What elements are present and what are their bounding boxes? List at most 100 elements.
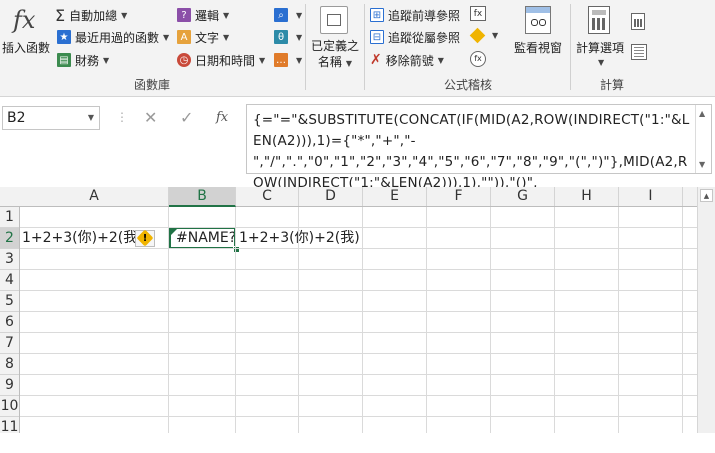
column-header-e[interactable]: E: [363, 187, 427, 206]
error-checking-button[interactable]: ▼: [469, 27, 500, 45]
text-icon: A: [177, 30, 191, 44]
row-headers: 1 2 3 4 5 6 7 8 9 10 11: [0, 207, 20, 438]
remove-arrows-button[interactable]: ✗ 移除箭號 ▼: [370, 50, 444, 70]
math-trig-button[interactable]: θ ▼: [274, 27, 302, 47]
cell-a2[interactable]: 1+2+3(你)+2(我): [22, 228, 143, 249]
scroll-up-icon[interactable]: ▲: [700, 189, 713, 202]
logical-button[interactable]: ? 邏輯 ▼: [177, 5, 229, 25]
group-divider: [570, 4, 571, 90]
row-header-1[interactable]: 1: [0, 207, 19, 228]
chevron-down-icon: ▼: [259, 55, 266, 65]
grid-line: [20, 374, 697, 375]
trace-dependents-button[interactable]: ⊟ 追蹤從屬參照: [370, 27, 460, 47]
grid-line: [20, 290, 697, 291]
row-header-6[interactable]: 6: [0, 312, 19, 333]
sheet-bottom-area: [0, 433, 715, 453]
vertical-scrollbar[interactable]: ▲: [697, 187, 715, 433]
row-header-9[interactable]: 9: [0, 375, 19, 396]
calculator-icon: [588, 6, 610, 34]
grid-line: [682, 207, 683, 433]
cell-c2[interactable]: 1+2+3(你)+2(我): [239, 228, 360, 249]
grid-line: [490, 207, 491, 433]
chevron-down-icon: ▼: [163, 32, 170, 42]
cell-grid[interactable]: 1+2+3(你)+2(我) ! #NAME? 1+2+3(你)+2(我): [20, 207, 697, 433]
evaluate-formula-icon[interactable]: fx: [470, 51, 486, 67]
grid-line: [20, 248, 697, 249]
text-label: 文字: [195, 30, 220, 45]
row-header-5[interactable]: 5: [0, 291, 19, 312]
scroll-up-icon[interactable]: ▲: [699, 109, 705, 118]
name-box[interactable]: B2 ▼: [2, 106, 100, 130]
chevron-down-icon: ▼: [492, 31, 499, 40]
chevron-down-icon: ▼: [223, 10, 230, 20]
calculate-now-icon[interactable]: [631, 13, 645, 30]
enter-icon[interactable]: ✓: [180, 108, 193, 127]
grid-line: [168, 207, 169, 433]
trace-precedents-label: 追蹤前導參照: [388, 8, 461, 23]
financial-button[interactable]: ▤ 財務 ▼: [57, 50, 109, 70]
cancel-icon[interactable]: ✕: [144, 108, 157, 127]
chevron-down-icon: ▼: [296, 55, 303, 65]
autosum-label: 自動加總: [69, 8, 118, 23]
more-functions-button[interactable]: … ▼: [274, 50, 302, 70]
defined-names-button[interactable]: 已定義之 名稱 ▼: [308, 4, 362, 70]
insert-function-fx-icon[interactable]: fx: [216, 110, 228, 125]
defined-names-label-1: 已定義之: [310, 39, 359, 53]
formula-bar-grip[interactable]: ⋮: [116, 110, 128, 124]
row-header-8[interactable]: 8: [0, 354, 19, 375]
chevron-down-icon: ▼: [345, 59, 353, 68]
chevron-down-icon: ▼: [598, 58, 605, 67]
tag-icon: [320, 6, 348, 34]
clock-icon: ◷: [177, 53, 191, 67]
grid-line: [20, 416, 697, 417]
recently-used-button[interactable]: ★ 最近用過的函數 ▼: [57, 27, 169, 47]
date-time-button[interactable]: ◷ 日期和時間 ▼: [177, 50, 265, 70]
watch-window-label: 監看視窗: [513, 41, 562, 55]
error-options-button[interactable]: !: [135, 229, 155, 247]
row-header-2[interactable]: 2: [0, 228, 19, 249]
text-button[interactable]: A 文字 ▼: [177, 27, 229, 47]
grid-line: [20, 269, 697, 270]
autosum-button[interactable]: Σ 自動加總 ▼: [55, 5, 127, 25]
row-header-4[interactable]: 4: [0, 270, 19, 291]
show-formulas-icon[interactable]: fx: [470, 6, 486, 21]
column-header-g[interactable]: G: [491, 187, 555, 206]
remove-arrows-icon: ✗: [370, 52, 382, 68]
lookup-reference-button[interactable]: ⌕ ▼: [274, 5, 302, 25]
column-header-d[interactable]: D: [299, 187, 363, 206]
group-divider: [364, 4, 365, 90]
row-header-10[interactable]: 10: [0, 396, 19, 417]
financial-icon: ▤: [57, 53, 71, 67]
column-header-c[interactable]: C: [236, 187, 299, 206]
chevron-down-icon: ▼: [296, 32, 303, 42]
column-header-h[interactable]: H: [555, 187, 619, 206]
insert-function-button[interactable]: fx 插入函數: [0, 4, 52, 68]
grid-line: [554, 207, 555, 433]
chevron-down-icon: ▼: [103, 55, 110, 65]
formula-scrollbar[interactable]: ▲ ▼: [695, 105, 711, 173]
logical-label: 邏輯: [195, 8, 220, 23]
name-box-value: B2: [7, 110, 26, 126]
chevron-down-icon: ▼: [437, 55, 444, 65]
column-header-b[interactable]: B: [169, 187, 236, 207]
formula-input[interactable]: {="="&SUBSTITUTE(CONCAT(IF(MID(A2,ROW(IN…: [246, 104, 712, 191]
calculation-group-label: 計算: [599, 78, 624, 92]
calculate-sheet-icon[interactable]: [631, 44, 647, 60]
chevron-down-icon: ▼: [121, 10, 128, 20]
financial-label: 財務: [75, 53, 100, 68]
scroll-down-icon[interactable]: ▼: [699, 160, 705, 169]
column-header-f[interactable]: F: [427, 187, 491, 206]
trace-precedents-button[interactable]: ⊞ 追蹤前導參照: [370, 5, 460, 25]
function-library-group-label: 函數庫: [133, 78, 170, 92]
math-trig-icon: θ: [274, 30, 288, 44]
row-header-3[interactable]: 3: [0, 249, 19, 270]
column-header-i[interactable]: I: [619, 187, 683, 206]
chevron-down-icon[interactable]: ▼: [88, 113, 94, 122]
calc-options-button[interactable]: 計算選項 ▼: [572, 4, 628, 70]
defined-names-label-2-text: 名稱: [317, 55, 342, 69]
column-header-a[interactable]: A: [20, 187, 169, 206]
watch-window-button[interactable]: 監看視窗: [510, 4, 566, 70]
calc-options-label: 計算選項: [575, 41, 624, 55]
chevron-down-icon: ▼: [296, 10, 303, 20]
row-header-7[interactable]: 7: [0, 333, 19, 354]
